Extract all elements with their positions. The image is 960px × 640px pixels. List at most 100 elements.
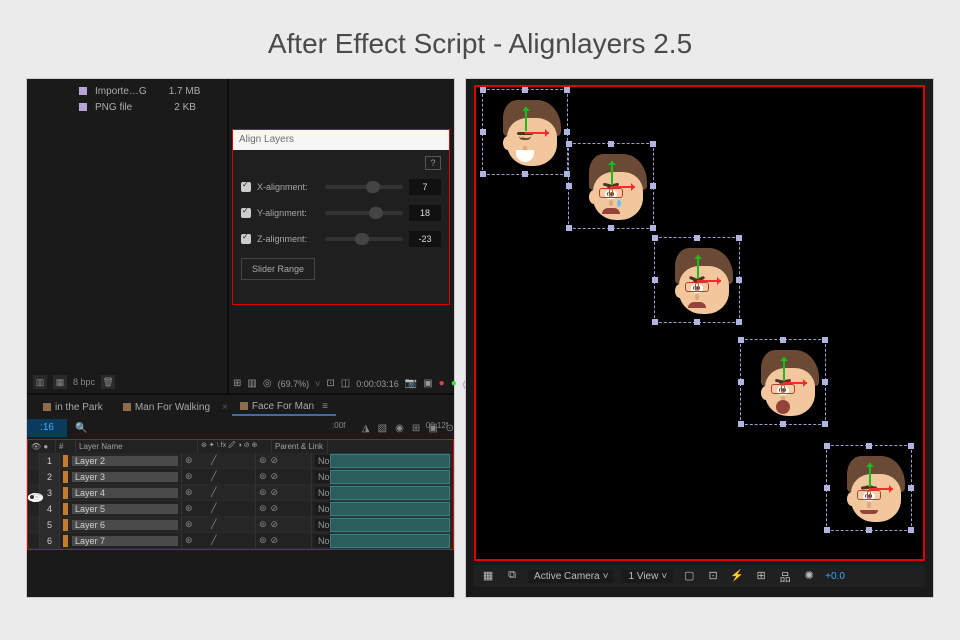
flowchart-icon[interactable]: 品 (777, 569, 793, 583)
current-time[interactable]: :16 (27, 419, 67, 437)
col-switches[interactable]: ⊛ ✦ ⧵ fx 🖉 ◑ ⊘ ⊕ (198, 440, 272, 453)
layer-switches[interactable]: ⊛╱ (182, 533, 256, 548)
x-axis-icon[interactable] (869, 488, 893, 490)
layer-name[interactable]: Layer 3 (72, 472, 178, 482)
snapshot-icon[interactable]: 📷 (405, 378, 417, 390)
layer-color-icon[interactable] (63, 471, 68, 483)
layer-switches[interactable]: ⊛╱ (182, 517, 256, 532)
link-icon[interactable]: ⊘ (271, 503, 279, 514)
views-select[interactable]: 1 View˅ (622, 570, 673, 583)
lock-toggle[interactable] (28, 517, 40, 532)
bpc-label[interactable]: 8 bpc (73, 377, 95, 387)
pixel-aspect-icon[interactable]: ⊡ (705, 569, 721, 583)
show-snap-icon[interactable]: ▣ (423, 378, 432, 390)
composition-viewer[interactable] (474, 85, 925, 561)
y-axis-icon[interactable] (525, 107, 527, 131)
link-icon[interactable]: ⊘ (271, 471, 279, 482)
layer-switches[interactable]: ⊛╱ (182, 501, 256, 516)
exposure-value[interactable]: +0.0 (825, 571, 845, 582)
checkbox[interactable] (241, 182, 251, 192)
panel-divider[interactable] (27, 393, 454, 395)
slider-value[interactable]: 18 (409, 205, 441, 221)
layer-switches[interactable]: ⊛╱ (182, 469, 256, 484)
lock-toggle[interactable] (28, 501, 40, 516)
face-layer[interactable] (568, 143, 654, 229)
camera-select[interactable]: Active Camera˅ (528, 570, 614, 583)
pickwhip-icon[interactable]: ⊚ (259, 535, 267, 546)
pickwhip-icon[interactable]: ⊚ (259, 519, 267, 530)
col-parent[interactable]: Parent & Link (272, 440, 328, 453)
layer-color-icon[interactable] (63, 519, 68, 531)
slider-value[interactable]: 7 (409, 179, 441, 195)
magnify-icon[interactable]: ⊞ (233, 378, 241, 390)
grid-icon[interactable]: ▥ (247, 378, 256, 390)
channel-green-icon[interactable]: ● (451, 378, 457, 390)
layer-switches[interactable]: ⊛╱ (182, 485, 256, 500)
layer-name[interactable]: Layer 4 (72, 488, 178, 498)
layer-name-cell[interactable]: Layer 3 (60, 469, 182, 484)
pickwhip-icon[interactable]: ⊚ (259, 455, 267, 466)
channel-red-icon[interactable]: ● (439, 378, 445, 390)
exposure-reset-icon[interactable]: ✺ (801, 569, 817, 583)
slider-thumb[interactable] (355, 233, 369, 245)
face-layer[interactable] (654, 237, 740, 323)
face-layer[interactable] (826, 445, 912, 531)
y-axis-icon[interactable] (783, 357, 785, 381)
zoom-value[interactable]: (69.7%) (278, 379, 310, 389)
help-button[interactable]: ? (425, 156, 441, 170)
face-layer[interactable] (482, 89, 568, 175)
layer-name-cell[interactable]: Layer 5 (60, 501, 182, 516)
x-axis-icon[interactable] (611, 186, 635, 188)
timeline-tracks[interactable] (330, 453, 450, 549)
slider-track[interactable] (325, 211, 403, 215)
checkbox[interactable] (241, 234, 251, 244)
pickwhip-icon[interactable]: ⊚ (259, 503, 267, 514)
timeline-icon[interactable]: ⊞ (753, 569, 769, 583)
slider-track[interactable] (325, 237, 403, 241)
layer-color-icon[interactable] (63, 455, 68, 467)
layer-switches[interactable]: ⊛╱ (182, 453, 256, 468)
toggle-icon[interactable]: ▢ (681, 569, 697, 583)
tab-face[interactable]: Face For Man≡ (232, 399, 336, 416)
x-axis-icon[interactable] (525, 132, 549, 134)
slider-value[interactable]: -23 (409, 231, 441, 247)
fast-preview-icon[interactable]: ⚡ (729, 569, 745, 583)
search-icon[interactable]: 🔍 (75, 423, 87, 434)
layer-name[interactable]: Layer 7 (72, 536, 178, 546)
timecode-value[interactable]: 0:00:03:16 (356, 379, 399, 389)
slider-range-button[interactable]: Slider Range (241, 258, 315, 280)
region-icon[interactable]: ◫ (341, 378, 350, 390)
project-item[interactable]: Importe…G 1.7 MB (77, 83, 454, 99)
new-bin-icon[interactable]: ▥ (33, 375, 47, 389)
col-index[interactable]: # (56, 440, 76, 453)
layer-name-cell[interactable]: Layer 7 (60, 533, 182, 548)
y-axis-icon[interactable] (869, 463, 871, 487)
trash-icon[interactable]: 🗑 (101, 375, 115, 389)
tab-walking[interactable]: Man For Walking (115, 400, 218, 415)
link-icon[interactable]: ⊘ (271, 519, 279, 530)
face-layer[interactable] (740, 339, 826, 425)
mask-icon[interactable]: ◎ (263, 378, 272, 390)
layer-color-icon[interactable] (63, 535, 68, 547)
checkbox[interactable] (241, 208, 251, 218)
visibility-toggle[interactable]: 👁 (28, 493, 44, 502)
x-axis-icon[interactable] (783, 382, 807, 384)
link-icon[interactable]: ⊘ (271, 487, 279, 498)
project-item[interactable]: PNG file 2 KB (77, 99, 454, 115)
y-axis-icon[interactable] (611, 161, 613, 185)
tab-park[interactable]: in the Park (35, 400, 111, 415)
link-icon[interactable]: ⊘ (271, 455, 279, 466)
link-icon[interactable]: ⊘ (271, 535, 279, 546)
lock-toggle[interactable] (28, 453, 40, 468)
alpha-icon[interactable]: ▦ (480, 569, 496, 583)
pickwhip-icon[interactable]: ⊚ (259, 471, 267, 482)
pickwhip-icon[interactable]: ⊚ (259, 487, 267, 498)
col-layer-name[interactable]: Layer Name (76, 440, 198, 453)
layer-name[interactable]: Layer 6 (72, 520, 178, 530)
col-visibility[interactable]: 👁 ● (28, 440, 56, 453)
panel-divider[interactable] (227, 79, 229, 394)
3d-icon[interactable]: ⧉ (504, 569, 520, 583)
lock-toggle[interactable] (28, 469, 40, 484)
slider-thumb[interactable] (369, 207, 383, 219)
lock-toggle[interactable] (28, 533, 40, 548)
